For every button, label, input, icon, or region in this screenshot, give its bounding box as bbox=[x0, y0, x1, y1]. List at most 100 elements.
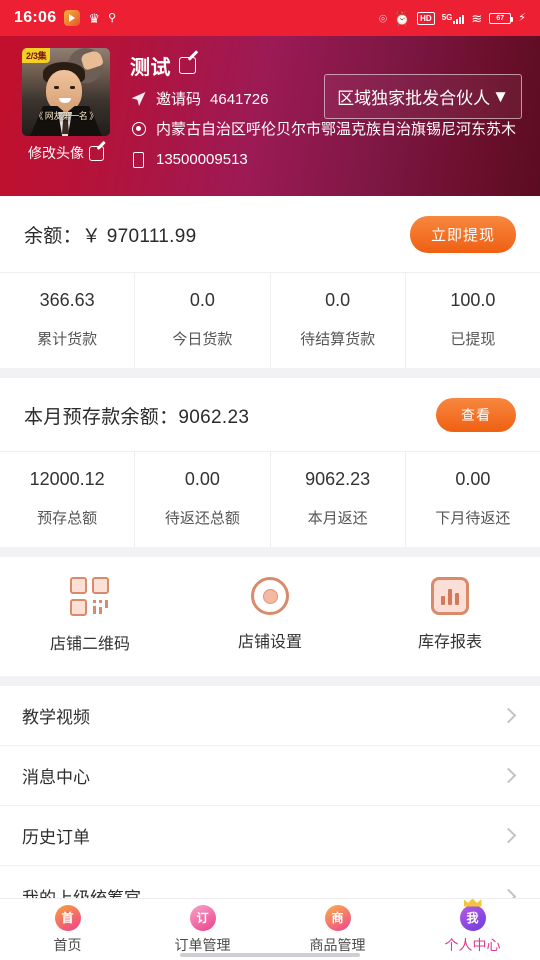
prepaid-card-header: 本月预存款余额：9062.23 查看 bbox=[0, 378, 540, 451]
phone-icon bbox=[130, 149, 147, 168]
list-item[interactable]: 教学视频 bbox=[0, 686, 540, 746]
stat-label: 本月返还 bbox=[307, 510, 368, 527]
prepaid-stats: 12000.12 预存总额 0.00 待返还总额 9062.23 本月返还 0.… bbox=[0, 451, 540, 547]
balance-card: 余额：￥ 970111.99 立即提现 366.63 累计货款 0.0 今日货款… bbox=[0, 196, 540, 368]
role-label: 区域独家批发合伙人 bbox=[337, 89, 491, 108]
prepaid-title: 本月预存款余额：9062.23 bbox=[24, 406, 250, 428]
tab-label: 商品管理 bbox=[309, 936, 366, 953]
profile-info: 测试 邀请码 4641726 内蒙古自治区呼伦贝尔市鄂温克族自治旗锡尼河东苏木 … bbox=[114, 48, 526, 196]
invite-code-label: 邀请码 bbox=[156, 91, 202, 108]
stat-value: 0.0 bbox=[189, 290, 215, 310]
stat-label: 待返还总额 bbox=[164, 510, 240, 527]
profile-icon: 我 bbox=[459, 904, 486, 931]
hd-icon: HD bbox=[417, 11, 435, 25]
stat-label: 下月待返还 bbox=[435, 510, 511, 527]
stat-value: 9062.23 bbox=[305, 469, 371, 489]
avatar-column: 2/3集 《 网友第一名 》 修改头像 bbox=[18, 48, 114, 196]
bar-chart-icon bbox=[431, 577, 469, 615]
list-item-label: 教学视频 bbox=[22, 708, 90, 727]
location-pin-icon bbox=[130, 119, 147, 136]
status-bar: 16:06 ♛ ⚲ ⌾ ⏰ HD 5G ≋ 67 ⚡ bbox=[0, 0, 540, 36]
usb-icon: ⚲ bbox=[108, 11, 117, 24]
alarm-icon: ⏰ bbox=[393, 10, 411, 26]
bottom-tab-bar: 首 首页 订 订单管理 商 商品管理 我 个人中心 bbox=[0, 898, 540, 960]
address-value: 内蒙古自治区呼伦贝尔市鄂温克族自治旗锡尼河东苏木 bbox=[156, 121, 517, 138]
stat-value: 0.00 bbox=[184, 469, 220, 489]
list-item[interactable]: 消息中心 bbox=[0, 746, 540, 806]
media-player-icon bbox=[64, 10, 81, 26]
order-icon: 订 bbox=[189, 904, 216, 931]
stat-value: 366.63 bbox=[39, 290, 95, 310]
chevron-right-icon bbox=[500, 767, 517, 784]
address-row: 内蒙古自治区呼伦贝尔市鄂温克族自治旗锡尼河东苏木 bbox=[130, 119, 526, 140]
status-bar-right: ⌾ ⏰ HD 5G ≋ 67 ⚡ bbox=[379, 10, 526, 26]
status-bar-left: 16:06 ♛ ⚲ bbox=[14, 9, 116, 27]
tab-label: 首页 bbox=[53, 936, 82, 953]
edit-avatar-label: 修改头像 bbox=[28, 145, 84, 161]
list-item[interactable]: 历史订单 bbox=[0, 806, 540, 866]
username: 测试 bbox=[130, 57, 171, 79]
stat-item[interactable]: 9062.23 本月返还 bbox=[271, 452, 406, 547]
5g-icon: 5G bbox=[442, 13, 465, 24]
shop-settings-action[interactable]: 店铺设置 bbox=[180, 575, 360, 654]
stat-value: 0.0 bbox=[325, 290, 351, 310]
chevron-down-icon: ▼ bbox=[492, 86, 509, 106]
avatar[interactable]: 2/3集 《 网友第一名 》 bbox=[22, 48, 110, 136]
tab-label: 个人中心 bbox=[444, 936, 501, 953]
stat-label: 待结算货款 bbox=[300, 331, 376, 348]
profile-header: 2/3集 《 网友第一名 》 修改头像 测试 邀请码 4641726 内蒙古自治… bbox=[0, 36, 540, 196]
stat-item[interactable]: 0.0 今日货款 bbox=[135, 273, 271, 368]
stat-item[interactable]: 100.0 已提现 bbox=[406, 273, 540, 368]
tab-label: 订单管理 bbox=[174, 936, 231, 953]
phone-value: 13500009513 bbox=[156, 151, 248, 168]
wifi-icon: ≋ bbox=[471, 10, 483, 26]
status-time: 16:06 bbox=[14, 9, 57, 26]
balance-title: 余额：￥ 970111.99 bbox=[24, 226, 197, 247]
withdraw-button[interactable]: 立即提现 bbox=[409, 216, 516, 253]
menu-list: 教学视频 消息中心 历史订单 我的上级统筹官 bbox=[0, 686, 540, 926]
edit-avatar-button[interactable]: 修改头像 bbox=[28, 143, 104, 163]
home-indicator bbox=[180, 953, 360, 957]
app-root: 16:06 ♛ ⚲ ⌾ ⏰ HD 5G ≋ 67 ⚡ 2/3集 《 网友第一名 … bbox=[0, 0, 540, 960]
quick-action-label: 店铺二维码 bbox=[49, 636, 130, 653]
stat-value: 12000.12 bbox=[29, 469, 105, 489]
chevron-right-icon bbox=[500, 827, 517, 844]
quick-action-label: 库存报表 bbox=[417, 634, 482, 651]
quick-action-label: 店铺设置 bbox=[237, 634, 302, 651]
home-icon: 首 bbox=[54, 904, 81, 931]
section-gap bbox=[0, 676, 540, 686]
stat-value: 0.00 bbox=[455, 469, 491, 489]
stat-item[interactable]: 12000.12 预存总额 bbox=[0, 452, 136, 547]
prepaid-card: 本月预存款余额：9062.23 查看 12000.12 预存总额 0.00 待返… bbox=[0, 378, 540, 547]
shop-qrcode-action[interactable]: 店铺二维码 bbox=[0, 577, 180, 654]
balance-card-header: 余额：￥ 970111.99 立即提现 bbox=[0, 196, 540, 272]
tab-home[interactable]: 首 首页 bbox=[0, 904, 135, 955]
quick-actions: 店铺二维码 店铺设置 库存报表 bbox=[0, 557, 540, 676]
avatar-episode-badge: 2/3集 bbox=[22, 48, 51, 63]
charging-icon: ⚡ bbox=[518, 11, 526, 24]
chevron-right-icon bbox=[500, 707, 517, 724]
stat-label: 今日货款 bbox=[172, 331, 233, 348]
stat-item[interactable]: 0.0 待结算货款 bbox=[271, 273, 406, 368]
stat-item[interactable]: 0.00 待返还总额 bbox=[135, 452, 271, 547]
stat-item[interactable]: 0.00 下月待返还 bbox=[406, 452, 540, 547]
section-gap bbox=[0, 368, 540, 378]
gear-icon bbox=[249, 575, 291, 617]
list-item-label: 消息中心 bbox=[22, 768, 90, 787]
qr-code-icon bbox=[70, 577, 110, 617]
stat-item[interactable]: 366.63 累计货款 bbox=[0, 273, 136, 368]
tab-profile[interactable]: 我 个人中心 bbox=[405, 904, 540, 955]
avatar-subtitle: 《 网友第一名 》 bbox=[34, 111, 98, 121]
crown-icon: ♛ bbox=[88, 10, 101, 26]
list-item-label: 历史订单 bbox=[22, 828, 90, 847]
battery-icon: 67 bbox=[489, 12, 514, 24]
inventory-report-action[interactable]: 库存报表 bbox=[360, 577, 540, 654]
tab-order-management[interactable]: 订 订单管理 bbox=[135, 904, 270, 955]
tab-goods-management[interactable]: 商 商品管理 bbox=[270, 904, 405, 955]
view-prepaid-button[interactable]: 查看 bbox=[436, 398, 516, 432]
role-selector[interactable]: 区域独家批发合伙人 ▼ bbox=[324, 74, 522, 119]
pencil-icon bbox=[89, 145, 104, 161]
headphones-icon: ⌾ bbox=[379, 10, 387, 26]
edit-name-icon[interactable] bbox=[179, 57, 196, 74]
stat-label: 已提现 bbox=[450, 331, 496, 348]
